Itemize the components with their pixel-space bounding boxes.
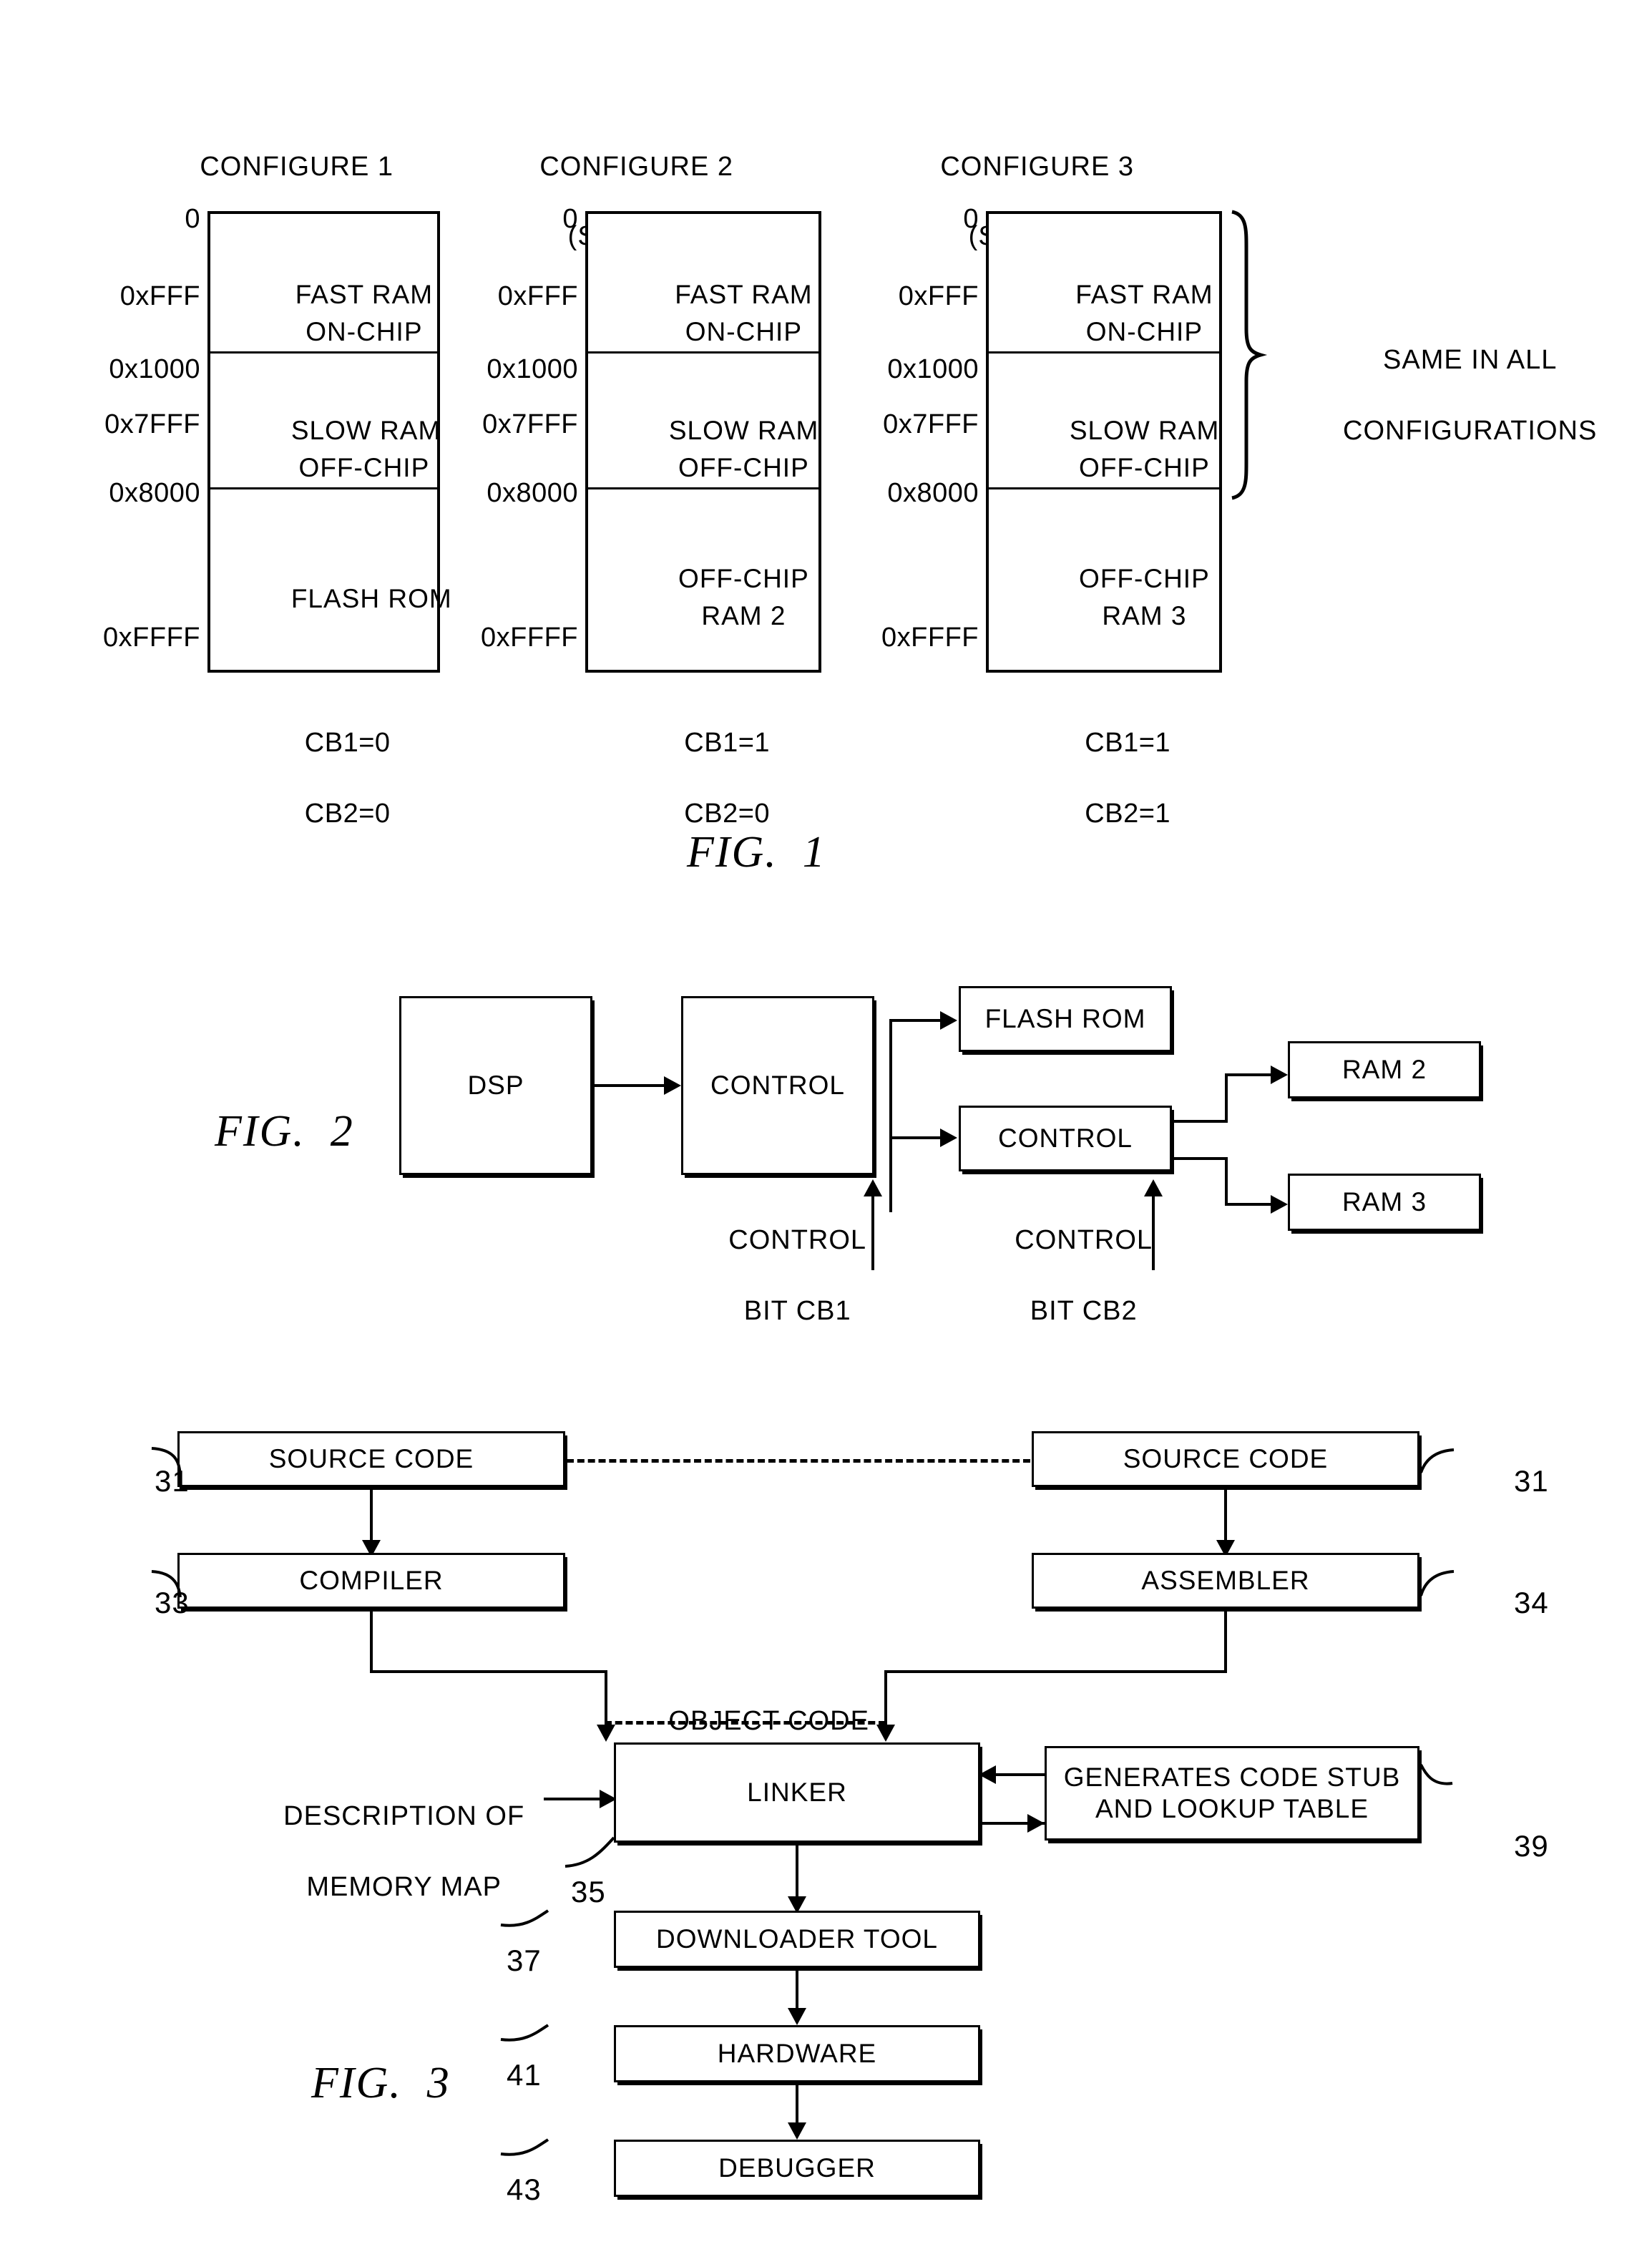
fig3-node-code-stub-generator: GENERATES CODE STUB AND LOOKUP TABLE [1045, 1746, 1419, 1841]
fig3-arrow-hardware-to-debugger-shaft [796, 2084, 798, 2125]
fig3-ref-source-code-left: 31 [155, 1464, 190, 1498]
fig3-arrow-linker-to-stub-head [1027, 1814, 1045, 1833]
fig3-ref-downloader-tool: 37 [507, 1944, 542, 1977]
fig3-arrow-stub-to-linker-head [979, 1765, 996, 1784]
fig3-ref-debugger: 43 [507, 2173, 542, 2206]
figure-3: SOURCE CODE 31 SOURCE CODE 31 COMPILER 3… [0, 0, 1652, 2267]
patent-drawing-sheet: CONFIGURE 1 (SPACE 0) CONFIGURE 2 (SPACE… [0, 0, 1652, 2267]
fig3-ref-code-stub-generator: 39 [1514, 1829, 1549, 1863]
fig3-stub-line2: AND LOOKUP TABLE [1095, 1794, 1369, 1823]
fig3-route-compiler-h [370, 1670, 607, 1673]
fig3-ref-compiler: 33 [155, 1586, 190, 1619]
fig3-ref-hardware: 41 [507, 2058, 542, 2092]
fig3-arrow-downloader-to-hardware-shaft [796, 1969, 798, 2011]
fig3-arrow-source-to-assembler-shaft [1224, 1488, 1227, 1544]
fig3-node-source-code-left: SOURCE CODE [177, 1431, 565, 1487]
fig3-node-downloader-tool: DOWNLOADER TOOL [614, 1911, 980, 1968]
fig3-node-debugger: DEBUGGER [614, 2140, 980, 2197]
fig3-route-compiler-v [370, 1610, 373, 1673]
fig3-node-hardware: HARDWARE [614, 2025, 980, 2082]
fig3-node-assembler: ASSEMBLER [1032, 1553, 1419, 1609]
fig3-caption: FIG. 3 [311, 2059, 451, 2107]
fig3-route-assembler-h [884, 1670, 1227, 1673]
fig3-memmap-line1: DESCRIPTION OF [283, 1801, 525, 1832]
fig3-node-source-code-right: SOURCE CODE [1032, 1431, 1419, 1487]
fig3-node-linker: LINKER [614, 1742, 980, 1843]
fig3-route-assembler-v [1224, 1610, 1227, 1673]
fig3-ref-source-code-right: 31 [1514, 1464, 1549, 1498]
fig3-stub-line1: GENERATES CODE STUB [1063, 1762, 1401, 1792]
fig3-arrow-source-to-compiler-shaft [370, 1488, 373, 1544]
fig3-ref-assembler: 34 [1514, 1586, 1549, 1619]
fig3-arrow-linker-to-downloader-shaft [796, 1844, 798, 1900]
fig3-node-compiler: COMPILER [177, 1553, 565, 1609]
fig3-arrow-hardware-to-debugger-head [788, 2122, 806, 2140]
fig3-memmap-line2: MEMORY MAP [306, 1872, 502, 1903]
fig3-arrow-downloader-to-hardware-head [788, 2008, 806, 2025]
fig3-dashed-link-source-to-source [567, 1459, 1030, 1463]
